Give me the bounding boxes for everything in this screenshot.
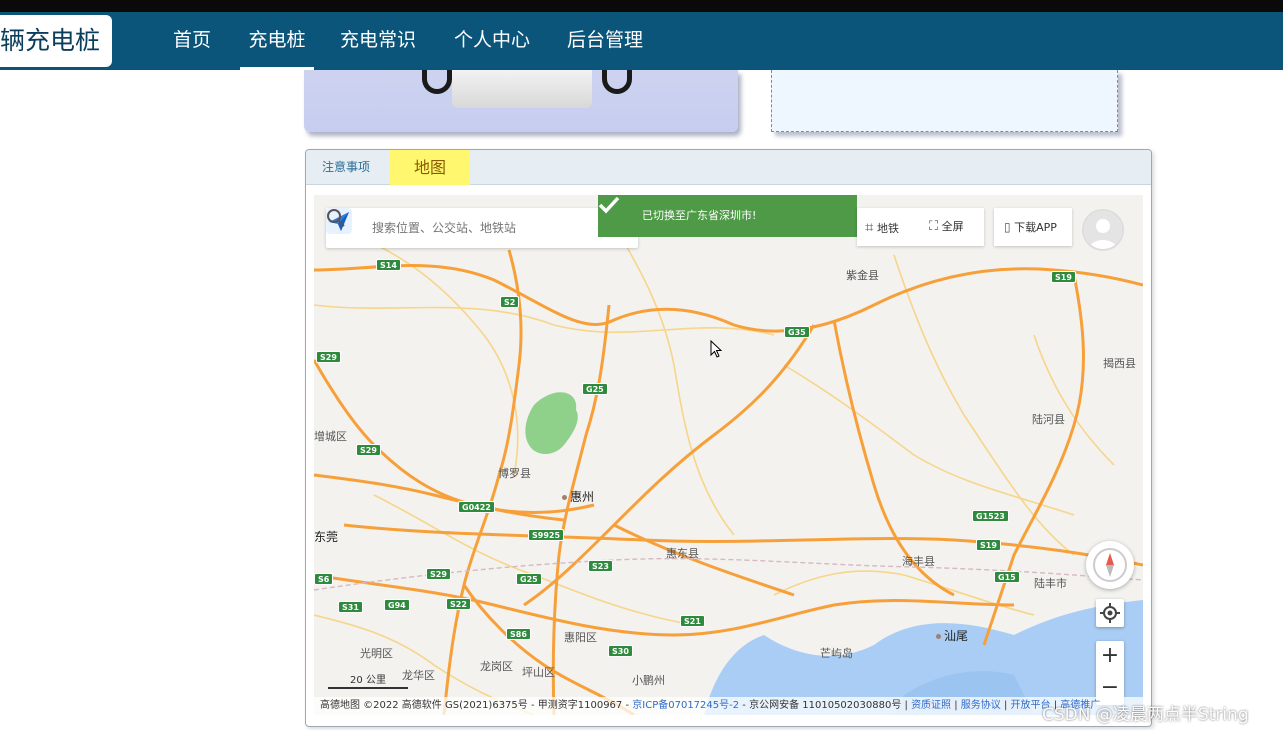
city-label: 龙岗区 [480, 660, 513, 673]
road-shield: S14 [376, 259, 401, 271]
city-label: 海丰县 [902, 555, 935, 568]
city-label: 博罗县 [498, 467, 531, 480]
icp-link[interactable]: 京ICP备07017245号-2 [632, 700, 739, 711]
zoom-in-button[interactable]: + [1096, 641, 1124, 673]
map-canvas[interactable]: S14 S2 S19 G35 S29 G25 S29 G0422 S9925 G… [314, 195, 1143, 715]
mouse-cursor-icon [710, 340, 722, 358]
road-shield: G25 [582, 383, 608, 395]
city-label: 东莞 [314, 530, 339, 544]
road-shield: G25 [516, 573, 542, 585]
city-label: 紫金县 [846, 269, 879, 282]
map-copyright-bar: 高德地图 ©2022 高德软件 GS(2021)6375号 - 甲测资字1100… [314, 697, 1143, 715]
location-toast: 已切换至广东省深圳市! [598, 195, 857, 237]
map-tools-group: ⌗ 地铁 ⛶ 全屏 [857, 208, 984, 246]
locate-button[interactable] [1096, 599, 1124, 627]
nav-item-admin[interactable]: 后台管理 [567, 12, 643, 70]
cable-right [602, 70, 632, 94]
locate-icon [1100, 603, 1120, 623]
charger-body [452, 70, 592, 108]
cable-left [422, 70, 452, 94]
road-shield: G15 [994, 571, 1020, 583]
charger-product-image [304, 70, 738, 132]
user-avatar[interactable] [1082, 209, 1124, 251]
subway-icon: ⌗ [865, 218, 874, 236]
fullscreen-icon: ⛶ [929, 219, 939, 234]
csdn-watermark: CSDN @凌晨两点半String [1042, 705, 1249, 725]
road-shield: S30 [608, 645, 633, 657]
city-label: 小鹏州 [632, 674, 665, 687]
toast-text: 已切换至广东省深圳市! [642, 209, 757, 222]
site-logo[interactable]: 辆充电桩 [0, 15, 112, 67]
city-label: 光明区 [360, 647, 393, 660]
check-icon [598, 196, 620, 214]
city-label: 芒屿岛 [820, 647, 853, 660]
search-icon[interactable] [326, 208, 346, 228]
compass-control[interactable] [1086, 541, 1134, 589]
road-shield: G0422 [458, 501, 495, 513]
police-record-text: - 京公网安备 11010502030880号 | [739, 700, 912, 711]
nav-item-charging-knowledge[interactable]: 充电常识 [340, 12, 416, 70]
tab-map[interactable]: 地图 [390, 150, 470, 185]
city-label: 汕尾 [936, 627, 968, 644]
map-search-box [326, 208, 638, 248]
road-shield: S29 [316, 351, 341, 363]
zoom-control: + − [1096, 641, 1124, 705]
road-shield: S22 [446, 598, 471, 610]
city-dot [562, 495, 567, 500]
road-shield: S19 [1051, 271, 1076, 283]
road-shield: S31 [338, 601, 363, 613]
fullscreen-button[interactable]: ⛶ 全屏 [929, 208, 964, 246]
road-shield: S9925 [528, 529, 565, 541]
road-shield: S86 [506, 628, 531, 640]
road-shield: S2 [500, 296, 520, 308]
copyright-text: 高德地图 ©2022 高德软件 GS(2021)6375号 - 甲测资字1100… [320, 700, 633, 711]
compass-icon [1093, 548, 1127, 582]
user-icon [1084, 211, 1122, 249]
city-dot [936, 634, 941, 639]
city-label: 增城区 [314, 430, 347, 443]
phone-icon: ▯ [1004, 220, 1011, 234]
info-box [771, 70, 1118, 132]
road-shield: S21 [680, 615, 705, 627]
map-roads-layer [314, 224, 1143, 715]
subway-button[interactable]: ⌗ 地铁 [865, 208, 899, 246]
download-app-button[interactable]: ▯ 下载APP [994, 208, 1072, 246]
road-shield: S29 [356, 444, 381, 456]
tab-notes[interactable]: 注意事项 [306, 150, 386, 185]
nav-item-home[interactable]: 首页 [173, 12, 211, 70]
map-scale: 20 公里 [328, 671, 408, 689]
map-search-input[interactable] [372, 216, 572, 240]
city-label: 惠州 [562, 488, 594, 505]
window-top-strip [0, 0, 1283, 12]
panel-tabs: 注意事项 地图 [306, 150, 1151, 185]
map-panel: 注意事项 地图 S14 S2 S19 G35 S29 G25 S29 G0422… [305, 149, 1152, 727]
road-shield: S29 [426, 568, 451, 580]
nav-item-charging-pile[interactable]: 充电桩 [240, 12, 314, 70]
road-shield: S6 [314, 573, 334, 585]
city-label: 坪山区 [522, 666, 555, 679]
city-label: 陆丰市 [1034, 577, 1067, 590]
nav-item-personal-center[interactable]: 个人中心 [454, 12, 530, 70]
city-label: 揭西县 [1103, 357, 1136, 370]
road-shield: G35 [784, 326, 810, 338]
city-label: 陆河县 [1032, 413, 1065, 426]
city-label: 惠阳区 [564, 631, 597, 644]
road-shield: G94 [384, 599, 410, 611]
road-shield: S19 [976, 539, 1001, 551]
license-link[interactable]: 资质证照 [911, 700, 951, 711]
road-shield: G1523 [972, 510, 1009, 522]
download-app-content: ▯ 下载APP [1004, 220, 1057, 234]
road-shield: S23 [588, 560, 613, 572]
city-label: 惠东县 [666, 547, 699, 560]
service-agreement-link[interactable]: 服务协议 [961, 700, 1001, 711]
top-navbar: 辆充电桩 首页 充电桩 充电常识 个人中心 后台管理 [0, 12, 1283, 70]
